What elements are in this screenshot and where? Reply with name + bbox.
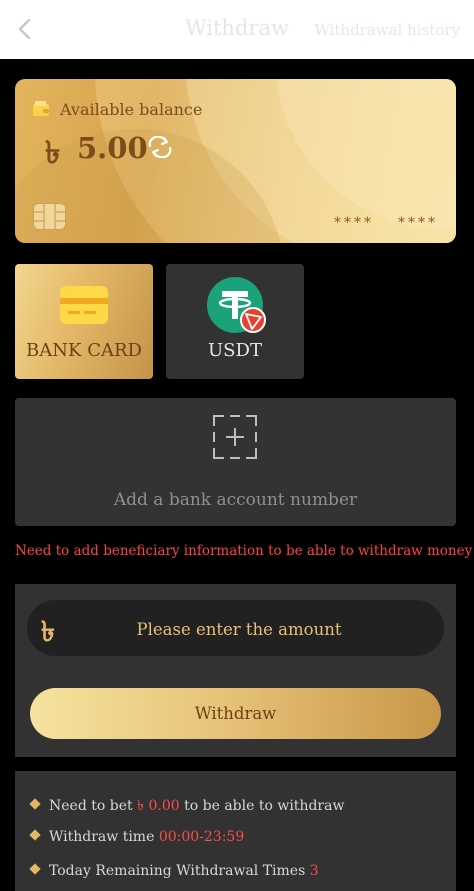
amount-currency-symbol: ৳ <box>41 615 55 648</box>
rule-bet-requirement: Need to bet ৳ 0.00 to be able to withdra… <box>29 794 344 818</box>
add-bank-account-button[interactable]: Add a bank account number <box>15 398 456 526</box>
balance-amount: 5.00 <box>77 131 148 165</box>
method-label: BANK CARD <box>26 340 142 361</box>
method-usdt[interactable]: USDT <box>166 264 304 379</box>
withdraw-rules: Need to bet ৳ 0.00 to be able to withdra… <box>15 771 456 891</box>
amount-input[interactable] <box>87 600 391 658</box>
beneficiary-warning: Need to add beneficiary information to b… <box>15 543 473 559</box>
card-chip-icon <box>33 203 66 230</box>
withdraw-button[interactable]: Withdraw <box>30 688 441 739</box>
refresh-icon[interactable] <box>146 136 174 158</box>
diamond-bullet-icon <box>29 829 41 841</box>
balance-label: Available balance <box>60 100 203 119</box>
diamond-bullet-icon <box>29 798 41 810</box>
method-bank-card[interactable]: BANK CARD <box>15 264 153 379</box>
card-number-mask: **** <box>398 215 438 231</box>
amount-panel: ৳ Withdraw <box>15 584 456 757</box>
usdt-tron-icon <box>207 277 266 333</box>
balance-currency-symbol: ৳ <box>45 135 61 171</box>
rule-withdraw-time: Withdraw time 00:00-23:59 <box>29 829 244 845</box>
method-label: USDT <box>208 340 262 361</box>
amount-field: ৳ <box>27 600 444 658</box>
card-number-mask: **** <box>334 215 374 231</box>
balance-card: Available balance ৳ 5.00 **** **** <box>15 79 456 243</box>
add-bank-account-label: Add a bank account number <box>113 490 358 510</box>
header-bar: Withdraw Withdrawal history <box>0 0 474 59</box>
bank-card-icon <box>60 286 108 324</box>
rule-remaining-times: Today Remaining Withdrawal Times 3 <box>29 863 319 879</box>
add-frame-icon <box>213 415 257 459</box>
withdrawal-history-link[interactable]: Withdrawal history <box>314 21 460 39</box>
wallet-icon <box>33 101 49 116</box>
